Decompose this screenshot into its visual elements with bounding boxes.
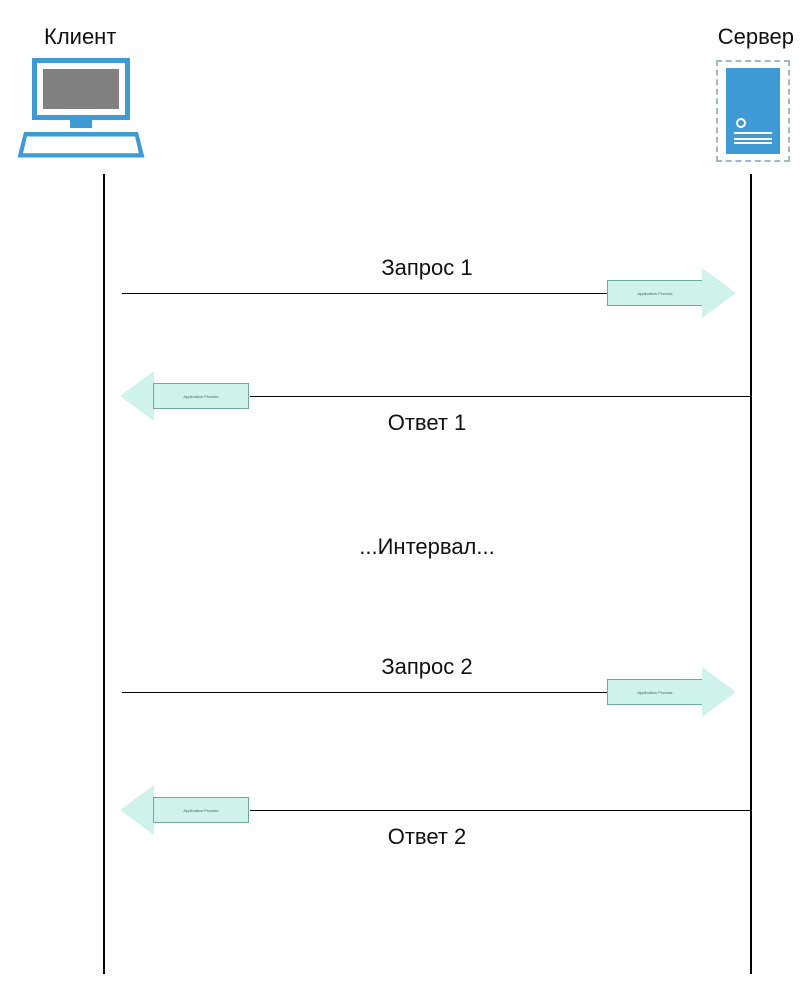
keyboard-icon: [18, 132, 145, 158]
arrow-small-text: Application Process: [637, 690, 672, 695]
arrow-shaft: Application Process: [153, 383, 249, 409]
request2-arrow-icon: Application Process: [607, 667, 737, 717]
server-icon: [716, 60, 790, 162]
request1-label: Запрос 1: [381, 255, 472, 281]
client-computer-icon: [20, 58, 142, 163]
monitor-screen: [43, 69, 119, 109]
client-label: Клиент: [44, 24, 116, 50]
response2-line: [250, 810, 751, 811]
server-vent-lines: [734, 132, 772, 148]
server-lifeline: [750, 174, 752, 974]
diagram-canvas: Клиент Сервер Запрос 1 Application Proce…: [0, 0, 812, 984]
response1-label: Ответ 1: [388, 410, 467, 436]
response2-label: Ответ 2: [388, 824, 467, 850]
request2-line: [122, 692, 607, 693]
response2-arrow-icon: Application Process: [120, 785, 250, 835]
client-lifeline: [103, 174, 105, 974]
request2-label: Запрос 2: [381, 654, 472, 680]
arrow-shaft: Application Process: [607, 679, 703, 705]
monitor-icon: [32, 58, 130, 120]
arrow-small-text: Application Process: [637, 291, 672, 296]
arrow-head-icon: [702, 667, 736, 717]
monitor-stand: [70, 120, 92, 128]
server-body: [726, 68, 780, 154]
server-led-icon: [736, 118, 746, 128]
interval-label: ...Интервал...: [359, 534, 494, 560]
server-label: Сервер: [718, 24, 794, 50]
arrow-shaft: Application Process: [153, 797, 249, 823]
response1-line: [250, 396, 751, 397]
arrow-head-icon: [120, 371, 154, 421]
arrow-small-text: Application Process: [183, 394, 218, 399]
response1-arrow-icon: Application Process: [120, 371, 250, 421]
arrow-shaft: Application Process: [607, 280, 703, 306]
request1-arrow-icon: Application Process: [607, 268, 737, 318]
request1-line: [122, 293, 607, 294]
arrow-small-text: Application Process: [183, 808, 218, 813]
arrow-head-icon: [120, 785, 154, 835]
arrow-head-icon: [702, 268, 736, 318]
